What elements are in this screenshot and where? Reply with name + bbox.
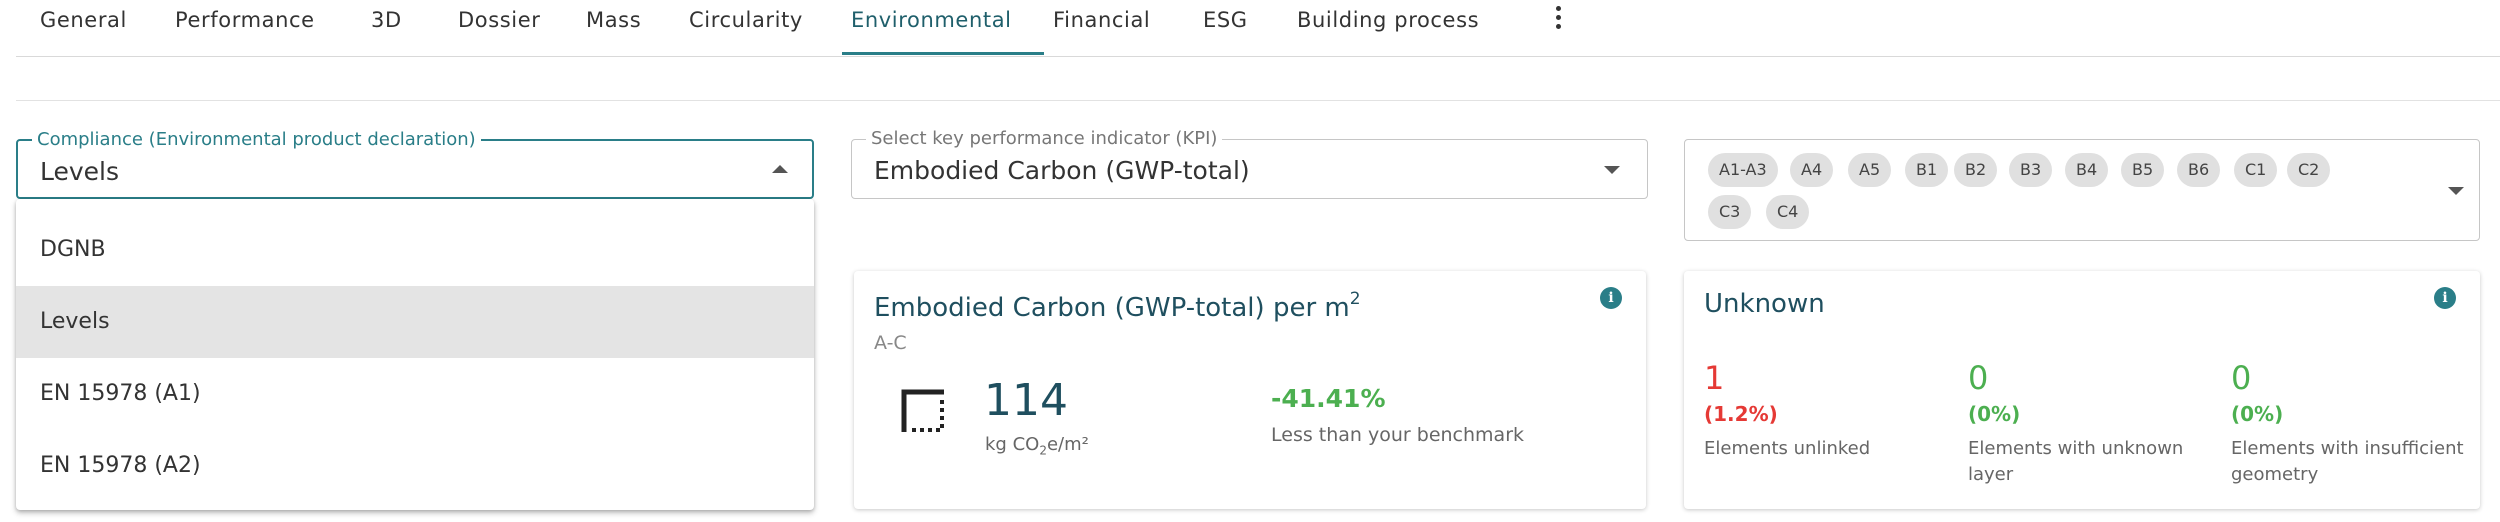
tab-esg[interactable]: ESG	[1203, 0, 1248, 57]
stage-chip[interactable]: B3	[2009, 153, 2053, 187]
kpi-select-value: Embodied Carbon (GWP-total)	[874, 156, 1250, 185]
stage-chip[interactable]: A4	[1790, 153, 1834, 187]
unlinked-percent: (1.2%)	[1704, 402, 1778, 426]
stage-chip[interactable]: B1	[1905, 153, 1949, 187]
benchmark-change-value: -41.41%	[1271, 384, 1386, 413]
unknown-layer-label: Elements with unknown layer	[1968, 438, 2184, 485]
tab-dossier[interactable]: Dossier	[458, 0, 541, 57]
compliance-select-value: Levels	[40, 157, 120, 186]
tab-financial[interactable]: Financial	[1053, 0, 1150, 57]
active-tab-indicator	[842, 52, 1044, 55]
arrow-drop-down-icon[interactable]	[1604, 166, 1620, 174]
stage-chip[interactable]: A1-A3	[1708, 153, 1778, 187]
tab-performance[interactable]: Performance	[175, 0, 315, 57]
more-vert-icon[interactable]	[1552, 6, 1564, 32]
divider	[16, 100, 2500, 101]
kpi-select-label: Select key performance indicator (KPI)	[866, 129, 1223, 149]
stage-chip[interactable]: B2	[1954, 153, 1998, 187]
floor-area-icon	[901, 389, 944, 432]
compliance-select-label: Compliance (Environmental product declar…	[32, 130, 481, 150]
compliance-dropdown-menu: DGNB Levels EN 15978 (A1) EN 15978 (A2)	[16, 199, 814, 510]
stage-chip[interactable]: A5	[1848, 153, 1892, 187]
embodied-carbon-unit: kg CO2e/m²	[985, 434, 1089, 458]
stage-chip[interactable]: C4	[1766, 195, 1810, 229]
card-title: Embodied Carbon (GWP-total) per m2	[874, 289, 1361, 323]
tab-3d[interactable]: 3D	[371, 0, 402, 57]
info-icon[interactable]: i	[2434, 287, 2456, 309]
menu-item-dgnb[interactable]: DGNB	[16, 214, 814, 286]
kpi-select[interactable]: Select key performance indicator (KPI) E…	[851, 129, 1648, 199]
insufficient-geometry-percent: (0%)	[2231, 402, 2284, 426]
stage-chip[interactable]: C1	[2234, 153, 2278, 187]
stage-chip[interactable]: C3	[1708, 195, 1752, 229]
stage-chip[interactable]: B5	[2121, 153, 2165, 187]
unknown-layer-count: 0	[1968, 359, 1989, 397]
tab-building-process[interactable]: Building process	[1297, 0, 1479, 57]
stage-chip[interactable]: C2	[2287, 153, 2331, 187]
arrow-drop-up-icon[interactable]	[772, 165, 788, 173]
stage-chip[interactable]: B6	[2177, 153, 2221, 187]
tab-environmental[interactable]: Environmental	[851, 0, 1012, 57]
unknown-layer-percent: (0%)	[1968, 402, 2021, 426]
benchmark-change-label: Less than your benchmark	[1271, 424, 1525, 446]
stage-chip[interactable]: B4	[2065, 153, 2109, 187]
lifecycle-stage-select[interactable]: A1-A3 A4 A5 B1 B2 B3 B4 B5 B6 C1 C2 C3 C…	[1684, 139, 2480, 241]
tab-mass[interactable]: Mass	[586, 0, 641, 57]
tab-circularity[interactable]: Circularity	[689, 0, 803, 57]
insufficient-geometry-count: 0	[2231, 359, 2252, 397]
menu-item-en15978-a2[interactable]: EN 15978 (A2)	[16, 430, 814, 502]
tab-general[interactable]: General	[40, 0, 127, 57]
card-subtitle: A-C	[874, 332, 907, 354]
info-icon[interactable]: i	[1600, 287, 1622, 309]
unlinked-count: 1	[1704, 359, 1725, 397]
menu-item-en15978-a1[interactable]: EN 15978 (A1)	[16, 358, 814, 430]
unknown-card: Unknown i 1 (1.2%) Elements unlinked 0 (…	[1684, 271, 2480, 509]
card-title: Unknown	[1704, 289, 1825, 319]
embodied-carbon-value: 114	[984, 375, 1068, 426]
unlinked-label: Elements unlinked	[1704, 438, 1871, 459]
arrow-drop-down-icon[interactable]	[2448, 187, 2464, 195]
menu-item-levels[interactable]: Levels	[16, 286, 814, 358]
embodied-carbon-card: Embodied Carbon (GWP-total) per m2 i A-C…	[854, 271, 1646, 509]
compliance-select[interactable]: Compliance (Environmental product declar…	[16, 130, 814, 199]
tab-bar: General Performance 3D Dossier Mass Circ…	[16, 0, 2500, 57]
insufficient-geometry-label: Elements with insufficient geometry	[2231, 438, 2464, 485]
